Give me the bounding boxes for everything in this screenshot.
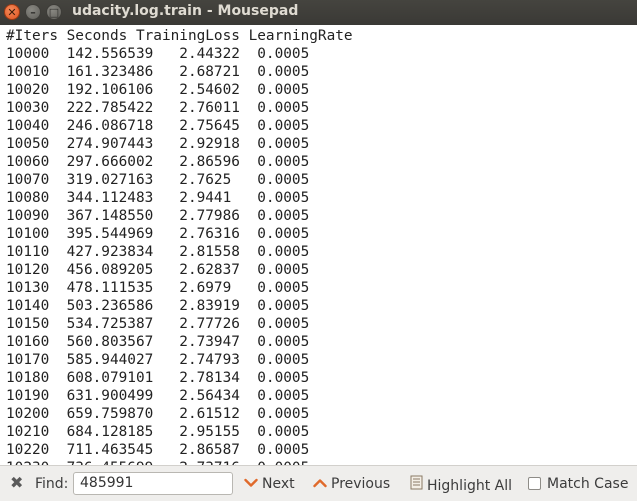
text-editor-area[interactable]: #Iters Seconds TrainingLoss LearningRate… bbox=[0, 25, 637, 465]
text-line: 10090 367.148550 2.77986 0.0005 bbox=[6, 208, 310, 224]
match-case-label: Match Case bbox=[547, 476, 629, 492]
text-line: 10150 534.725387 2.77726 0.0005 bbox=[6, 316, 310, 332]
header-line: #Iters Seconds TrainingLoss LearningRate bbox=[6, 28, 353, 44]
find-bar: ✖ Find: 485991 Next Previous Highlight A… bbox=[0, 465, 637, 501]
next-button[interactable]: Next bbox=[244, 475, 295, 493]
text-line: 10000 142.556539 2.44322 0.0005 bbox=[6, 46, 310, 62]
window-title: udacity.log.train - Mousepad bbox=[72, 3, 299, 19]
text-line: 10140 503.236586 2.83919 0.0005 bbox=[6, 298, 310, 314]
text-line: 10130 478.111535 2.6979 0.0005 bbox=[6, 280, 310, 296]
document-icon bbox=[410, 475, 423, 495]
find-input[interactable]: 485991 bbox=[73, 472, 233, 495]
text-line: 10040 246.086718 2.75645 0.0005 bbox=[6, 118, 310, 134]
checkbox-box[interactable] bbox=[528, 477, 541, 490]
text-line: 10050 274.907443 2.92918 0.0005 bbox=[6, 136, 310, 152]
close-find-bar-icon[interactable]: ✖ bbox=[10, 474, 23, 492]
find-label: Find: bbox=[35, 476, 69, 492]
text-line: 10120 456.089205 2.62837 0.0005 bbox=[6, 262, 310, 278]
text-line: 10070 319.027163 2.7625 0.0005 bbox=[6, 172, 310, 188]
text-line: 10010 161.323486 2.68721 0.0005 bbox=[6, 64, 310, 80]
highlight-all-label: Highlight All bbox=[427, 478, 513, 494]
previous-label: Previous bbox=[331, 476, 391, 492]
text-line: 10210 684.128185 2.95155 0.0005 bbox=[6, 424, 310, 440]
highlight-all-button[interactable]: Highlight All bbox=[410, 475, 512, 495]
previous-button[interactable]: Previous bbox=[313, 475, 390, 493]
title-bar: ✕ – □ udacity.log.train - Mousepad bbox=[0, 0, 637, 26]
window-maximize-button[interactable]: □ bbox=[46, 4, 62, 20]
window-close-button[interactable]: ✕ bbox=[4, 4, 20, 20]
text-line: 10160 560.803567 2.73947 0.0005 bbox=[6, 334, 310, 350]
text-line: 10190 631.900499 2.56434 0.0005 bbox=[6, 388, 310, 404]
text-line: 10080 344.112483 2.9441 0.0005 bbox=[6, 190, 310, 206]
text-line: 10020 192.106106 2.54602 0.0005 bbox=[6, 82, 310, 98]
text-line: 10100 395.544969 2.76316 0.0005 bbox=[6, 226, 310, 242]
text-line: 10170 585.944027 2.74793 0.0005 bbox=[6, 352, 310, 368]
text-line: 10200 659.759870 2.61512 0.0005 bbox=[6, 406, 310, 422]
chevron-up-icon bbox=[313, 475, 327, 493]
text-line: 10060 297.666002 2.86596 0.0005 bbox=[6, 154, 310, 170]
text-line: 10180 608.079101 2.78134 0.0005 bbox=[6, 370, 310, 386]
window-minimize-button[interactable]: – bbox=[25, 4, 41, 20]
text-line: 10220 711.463545 2.86587 0.0005 bbox=[6, 442, 310, 458]
chevron-down-icon bbox=[244, 475, 258, 493]
text-line: 10110 427.923834 2.81558 0.0005 bbox=[6, 244, 310, 260]
match-case-checkbox[interactable]: Match Case bbox=[528, 475, 628, 493]
text-line: 10030 222.785422 2.76011 0.0005 bbox=[6, 100, 310, 116]
next-label: Next bbox=[262, 476, 295, 492]
